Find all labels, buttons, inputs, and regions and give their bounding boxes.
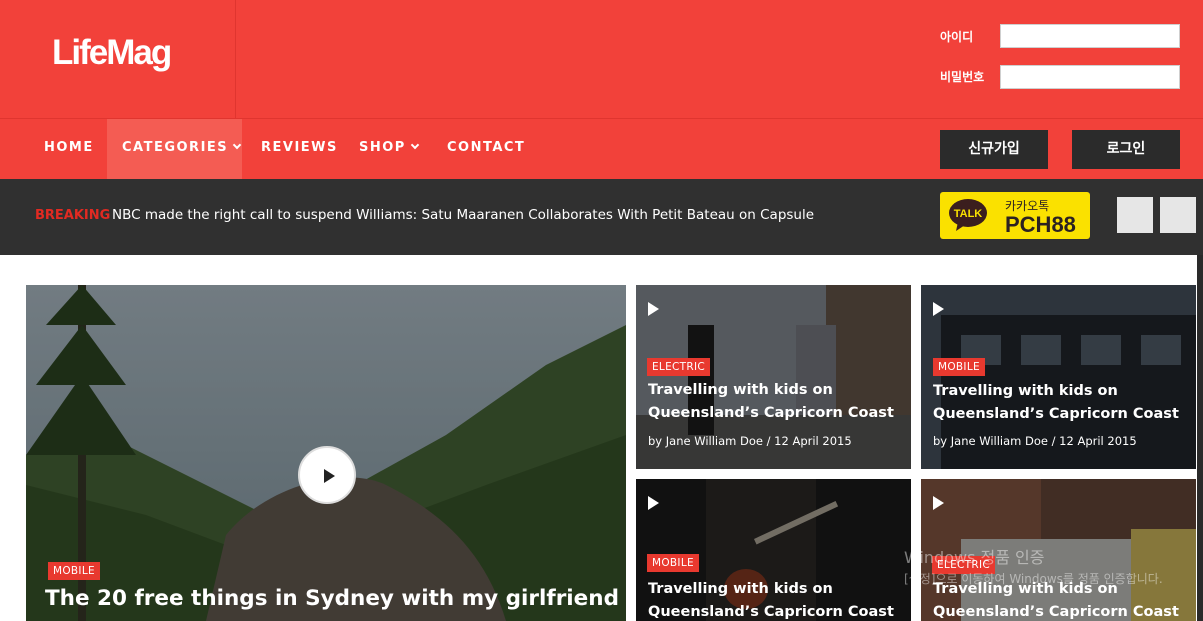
play-icon — [648, 302, 659, 316]
post-category-badge[interactable]: MOBILE — [647, 554, 699, 572]
play-icon — [648, 496, 659, 510]
nav-contact[interactable]: CONTACT — [447, 119, 525, 179]
login-button[interactable]: 로그인 — [1072, 130, 1180, 169]
nav-shop-label: SHOP — [359, 140, 406, 155]
breaking-label: BREAKING — [35, 208, 111, 223]
post-title-line2[interactable]: Queensland’s Capricorn Coast — [648, 405, 894, 421]
nav-reviews-label: REVIEWS — [261, 140, 338, 155]
play-icon — [933, 302, 944, 316]
post-card[interactable]: ELECTRIC Travelling with kids on Queensl… — [636, 285, 911, 469]
nav-home-label: HOME — [44, 140, 94, 155]
post-category-badge[interactable]: ELECTRIC — [647, 358, 710, 376]
nav-home[interactable]: HOME — [44, 119, 94, 179]
breaking-next-button[interactable] — [1160, 197, 1196, 233]
kakaotalk-banner[interactable]: TALK 카카오톡 PCH88 — [940, 192, 1090, 239]
windows-activation-title: Windows 정품 인증 — [904, 548, 1045, 567]
post-title-line1[interactable]: Travelling with kids on — [933, 383, 1118, 399]
nav-shop[interactable]: SHOP — [359, 119, 420, 179]
kakaotalk-icon: TALK — [949, 199, 987, 231]
post-title-line2[interactable]: Queensland’s Capricorn Coast — [648, 604, 894, 620]
signup-button[interactable]: 신규가입 — [940, 130, 1048, 169]
kakaotalk-id: PCH88 — [1005, 212, 1076, 237]
main-nav: HOME CATEGORIES REVIEWS SHOP CONTACT 신규가… — [0, 118, 1203, 179]
post-title-line2[interactable]: Queensland’s Capricorn Coast — [933, 604, 1179, 620]
chevron-down-icon — [410, 140, 420, 150]
breaking-headline[interactable]: NBC made the right call to suspend Willi… — [112, 207, 814, 223]
post-card[interactable]: MOBILE Travelling with kids on Queenslan… — [636, 479, 911, 621]
post-title-line1[interactable]: Travelling with kids on — [648, 581, 833, 597]
play-icon — [933, 496, 944, 510]
breaking-bar: BREAKING NBC made the right call to susp… — [0, 179, 1203, 255]
hero-title[interactable]: The 20 free things in Sydney with my gir… — [45, 586, 619, 611]
post-title-line2[interactable]: Queensland’s Capricorn Coast — [933, 406, 1179, 422]
site-logo[interactable]: LifeMag — [52, 33, 172, 73]
id-input[interactable] — [1000, 24, 1180, 48]
play-icon[interactable] — [298, 446, 356, 504]
nav-categories[interactable]: CATEGORIES — [107, 119, 242, 179]
top-header: LifeMag 아이디 비밀번호 — [0, 0, 1203, 118]
kakaotalk-bubble-text: TALK — [954, 208, 983, 220]
password-input[interactable] — [1000, 65, 1180, 89]
post-meta: by Jane William Doe / 12 April 2015 — [648, 434, 852, 448]
post-overlay — [636, 479, 911, 621]
hero-card[interactable]: MOBILE The 20 free things in Sydney with… — [26, 285, 626, 621]
post-meta: by Jane William Doe / 12 April 2015 — [933, 434, 1137, 448]
hero-category-badge[interactable]: MOBILE — [48, 562, 100, 580]
password-label: 비밀번호 — [940, 70, 985, 84]
nav-contact-label: CONTACT — [447, 140, 526, 155]
windows-activation-text: [설정]으로 이동하여 Windows를 정품 인증합니다. — [904, 572, 1163, 586]
chevron-down-icon — [232, 140, 242, 150]
logo-area: LifeMag — [0, 0, 236, 118]
post-category-badge[interactable]: MOBILE — [933, 358, 985, 376]
post-title-line1[interactable]: Travelling with kids on — [648, 382, 833, 398]
post-card[interactable]: MOBILE Travelling with kids on Queenslan… — [921, 285, 1196, 469]
nav-categories-label: CATEGORIES — [122, 140, 229, 155]
breaking-prev-button[interactable] — [1117, 197, 1153, 233]
nav-reviews[interactable]: REVIEWS — [261, 119, 338, 179]
right-edge-panel — [1197, 255, 1203, 621]
id-label: 아이디 — [940, 30, 974, 44]
